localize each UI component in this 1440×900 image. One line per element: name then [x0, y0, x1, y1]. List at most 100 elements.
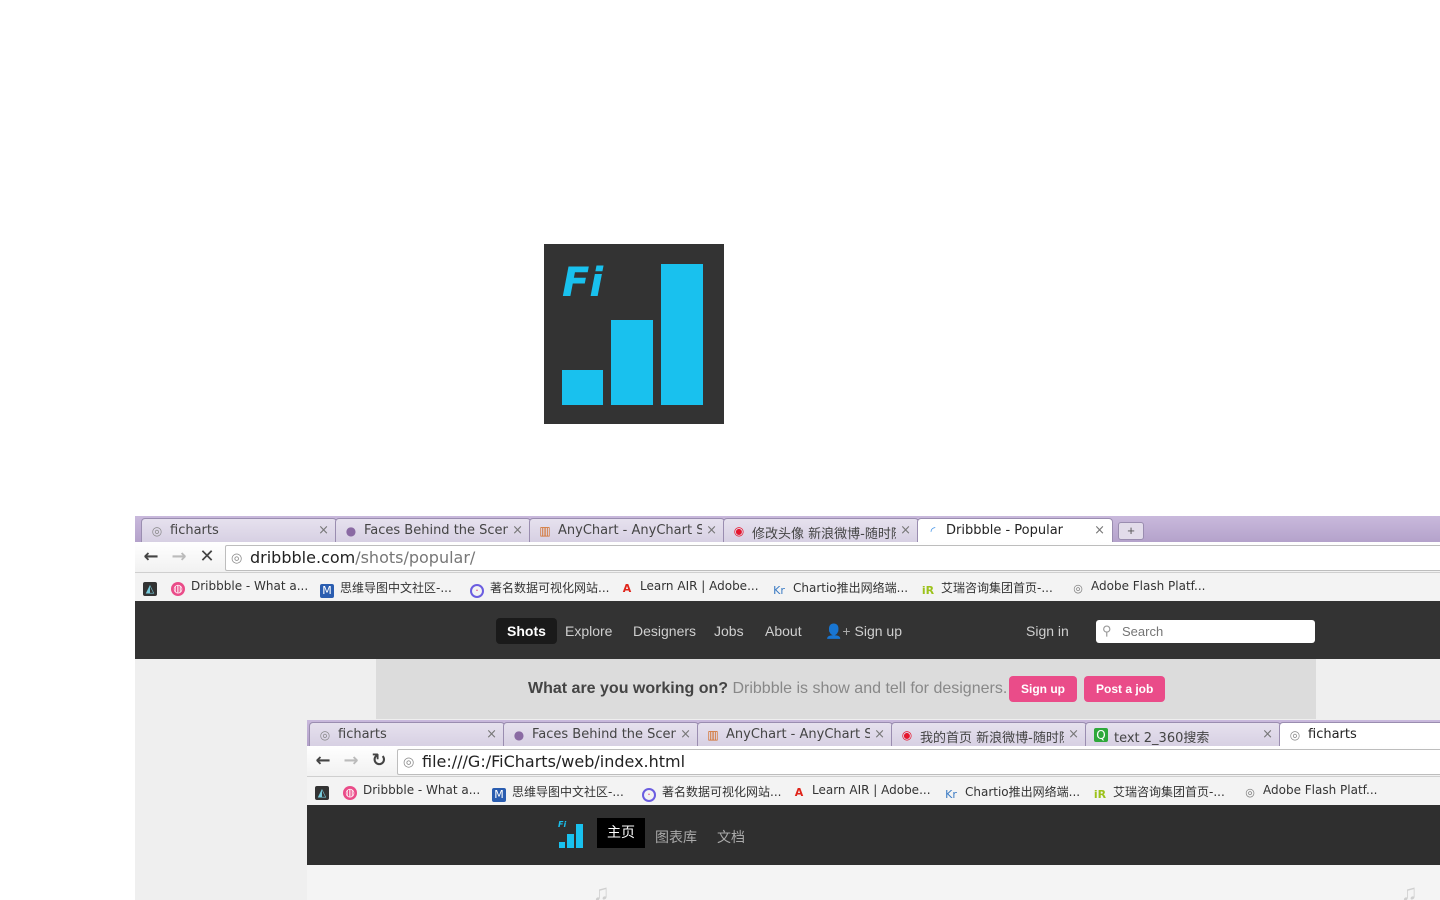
- nav-signup-label: Sign up: [854, 623, 902, 639]
- globe-icon: ◎: [1073, 582, 1083, 595]
- tab-faces-behind-scenes[interactable]: ● Faces Behind the Scenes ×: [503, 722, 699, 746]
- back-button[interactable]: ←: [141, 547, 161, 567]
- nav-explore[interactable]: Explore: [565, 623, 612, 639]
- promo-question: What are you working on?: [528, 680, 729, 697]
- signup-button[interactable]: Sign up: [1009, 676, 1077, 702]
- close-icon[interactable]: ×: [1068, 727, 1079, 742]
- bookmark-iresearch[interactable]: iR 艾瑞咨询集团首页-...: [921, 579, 1053, 598]
- bookmark-adobe-flash[interactable]: ◎ Adobe Flash Platf...: [1071, 579, 1205, 596]
- close-icon[interactable]: ×: [706, 523, 717, 538]
- bookmark-learn-air[interactable]: A Learn AIR | Adobe...: [620, 579, 759, 596]
- bookmark-label: 思维导图中文社区-...: [340, 581, 452, 595]
- bookmark-label: Learn AIR | Adobe...: [812, 783, 931, 797]
- url-path: /shots/popular/: [355, 548, 476, 567]
- logo-mini-text: Fi: [558, 820, 567, 829]
- bookmark-iresearch[interactable]: iR 艾瑞咨询集团首页-...: [1093, 783, 1225, 802]
- logo-bar-tall: [661, 264, 703, 405]
- bookmark-learn-air[interactable]: A Learn AIR | Adobe...: [792, 783, 931, 800]
- tab-ficharts[interactable]: ◎ ficharts ×: [141, 518, 337, 542]
- close-icon[interactable]: ×: [1262, 727, 1273, 742]
- close-icon[interactable]: ×: [680, 727, 691, 742]
- page-icon: ◎: [403, 754, 415, 769]
- logo-bar-medium: [611, 320, 653, 405]
- nav-about[interactable]: About: [765, 623, 802, 639]
- nav-docs[interactable]: 文档: [717, 827, 745, 847]
- dribbble-icon: ◍: [171, 582, 185, 596]
- tab-faces-behind-scenes[interactable]: ● Faces Behind the Scenes ×: [335, 518, 531, 542]
- post-job-button[interactable]: Post a job: [1084, 676, 1166, 702]
- address-bar[interactable]: ◎ file:///G:/FiCharts/web/index.html: [397, 749, 1440, 775]
- bookmarks-bar: ◭ ◍ Dribbble - What a... M 思维导图中文社区-... · 著…: [307, 777, 1440, 806]
- anychart-icon: ▥: [539, 524, 551, 538]
- browser-toolbar: ← → ↻ ◎ file:///G:/FiCharts/web/index.ht…: [307, 746, 1440, 777]
- close-icon[interactable]: ×: [512, 523, 523, 538]
- bookmark-adobe-flash[interactable]: ◎ Adobe Flash Platf...: [1243, 783, 1377, 800]
- search-input[interactable]: [1120, 623, 1304, 640]
- page-icon: ◎: [231, 550, 243, 565]
- tab-title: ficharts: [1308, 727, 1357, 742]
- ficharts-header: Fi 主页 图表库 文档: [307, 805, 1440, 865]
- bookmark-label: 著名数据可视化网站...: [490, 581, 610, 595]
- bookmark-label: 著名数据可视化网站...: [662, 785, 782, 799]
- bookmark-dribbble[interactable]: ◍ Dribbble - What a...: [171, 579, 308, 596]
- nav-chart-gallery[interactable]: 图表库: [655, 827, 697, 847]
- globe-icon: ◎: [1245, 786, 1255, 799]
- close-icon[interactable]: ×: [874, 727, 885, 742]
- apps-icon[interactable]: ◭: [315, 783, 335, 800]
- logo-mini-bar: [567, 834, 574, 848]
- nav-designers[interactable]: Designers: [633, 623, 696, 639]
- ficharts-page-body: ♫ ♫: [307, 865, 1440, 900]
- music-note-icon: ♫: [1401, 880, 1418, 900]
- url-text[interactable]: file:///G:/FiCharts/web/index.html: [422, 752, 685, 771]
- close-icon[interactable]: ×: [486, 727, 497, 742]
- address-bar[interactable]: ◎ dribbble.com/shots/popular/: [225, 545, 1440, 571]
- dribbble-icon: ●: [345, 524, 357, 538]
- back-button[interactable]: ←: [313, 751, 333, 771]
- nav-home[interactable]: 主页: [597, 818, 645, 848]
- bookmark-mindmap[interactable]: M 思维导图中文社区-...: [320, 579, 452, 598]
- globe-icon: ◎: [1289, 728, 1301, 742]
- bookmark-dataviz[interactable]: · 著名数据可视化网站...: [470, 579, 609, 598]
- tab-title: Dribbble - Popular: [946, 523, 1064, 538]
- stop-button[interactable]: ✕: [197, 547, 217, 567]
- nav-shots[interactable]: Shots: [496, 618, 557, 644]
- nav-jobs[interactable]: Jobs: [714, 623, 744, 639]
- dribbble-icon: ◍: [343, 786, 357, 800]
- promo-banner: What are you working on? Dribbble is sho…: [376, 659, 1316, 719]
- logo-bar-small: [562, 370, 603, 405]
- nav-signup[interactable]: 👤+ Sign up: [825, 623, 902, 640]
- bookmarks-bar: ◭ ◍ Dribbble - What a... M 思维导图中文社区-... · 著…: [135, 573, 1440, 602]
- bookmark-dribbble[interactable]: ◍ Dribbble - What a...: [343, 783, 480, 800]
- tab-ficharts-active[interactable]: ◎ ficharts: [1279, 722, 1440, 746]
- apps-icon[interactable]: ◭: [143, 579, 163, 596]
- tab-dribbble-popular[interactable]: ◜ Dribbble - Popular ×: [917, 518, 1113, 542]
- url-host: dribbble.com: [250, 548, 356, 567]
- close-icon[interactable]: ×: [318, 523, 329, 538]
- kr-icon: Kr: [773, 584, 785, 597]
- new-tab-button[interactable]: +: [1118, 522, 1144, 540]
- tab-weibo[interactable]: ◉ 修改头像 新浪微博-随时随 ×: [723, 518, 919, 542]
- bookmark-mindmap[interactable]: M 思维导图中文社区-...: [492, 783, 624, 802]
- search-field[interactable]: ⚲: [1096, 620, 1315, 643]
- promo-text: What are you working on? Dribbble is sho…: [528, 680, 1007, 698]
- tab-anychart[interactable]: ▥ AnyChart - AnyChart Sup ×: [529, 518, 725, 542]
- close-icon[interactable]: ×: [1094, 523, 1105, 538]
- bookmark-dataviz[interactable]: · 著名数据可视化网站...: [642, 783, 781, 802]
- bookmark-chartio[interactable]: Kr Chartio推出网络端...: [771, 579, 908, 598]
- kr-icon: Kr: [945, 788, 957, 801]
- bookmark-chartio[interactable]: Kr Chartio推出网络端...: [943, 783, 1080, 802]
- tab-title: Faces Behind the Scenes: [532, 727, 676, 742]
- tab-weibo[interactable]: ◉ 我的首页 新浪微博-随时随 ×: [891, 722, 1087, 746]
- forward-button[interactable]: →: [169, 547, 189, 567]
- nav-signin[interactable]: Sign in: [1026, 623, 1069, 639]
- tab-ficharts[interactable]: ◎ ficharts ×: [309, 722, 505, 746]
- tab-anychart[interactable]: ▥ AnyChart - AnyChart Sup ×: [697, 722, 893, 746]
- dribbble-icon: ●: [513, 728, 525, 742]
- reload-button[interactable]: ↻: [369, 751, 389, 771]
- close-icon[interactable]: ×: [900, 523, 911, 538]
- tab-360-search[interactable]: Q text 2_360搜索 ×: [1085, 722, 1281, 746]
- url-text[interactable]: dribbble.com/shots/popular/: [250, 548, 475, 567]
- logo-text: Fi: [562, 260, 604, 306]
- forward-button[interactable]: →: [341, 751, 361, 771]
- ficharts-small-logo[interactable]: Fi: [557, 820, 585, 848]
